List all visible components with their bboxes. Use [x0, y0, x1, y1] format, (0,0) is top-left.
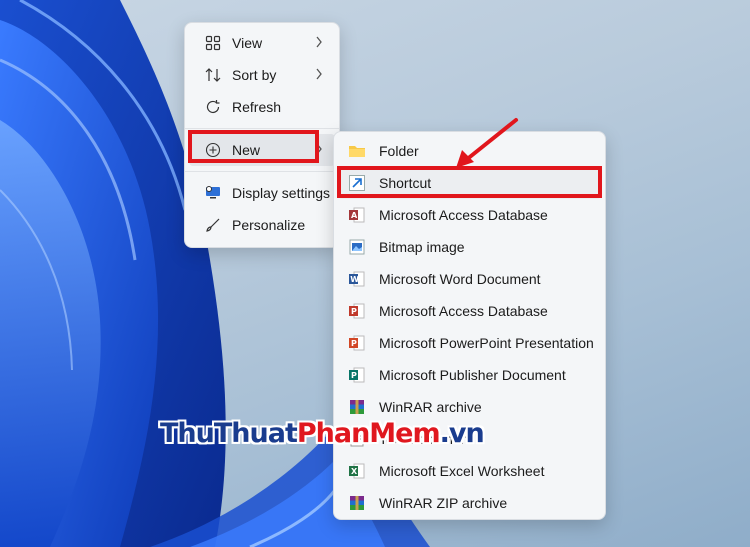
watermark-part-3: .vn — [439, 418, 485, 449]
access-icon: A — [348, 206, 366, 224]
highlight-box-new — [188, 130, 319, 163]
bitmap-icon — [348, 238, 366, 256]
svg-text:W: W — [350, 275, 359, 284]
submenu-item-label: Microsoft Access Database — [379, 303, 548, 319]
submenu-item-label: Microsoft PowerPoint Presentation — [379, 335, 594, 351]
grid-icon — [203, 33, 223, 53]
submenu-item-powerpoint[interactable]: P Microsoft PowerPoint Presentation — [338, 327, 601, 359]
menu-item-personalize[interactable]: Personalize — [189, 209, 335, 241]
sort-icon — [203, 65, 223, 85]
submenu-item-label: Microsoft Word Document — [379, 271, 541, 287]
menu-item-label: Personalize — [232, 217, 306, 233]
submenu-item-word-document[interactable]: W Microsoft Word Document — [338, 263, 601, 295]
powerpoint-icon: P — [348, 334, 366, 352]
publisher-icon: P — [348, 366, 366, 384]
menu-item-label: Sort by — [232, 67, 277, 83]
chevron-right-icon — [315, 68, 323, 83]
submenu-item-access-database-2[interactable]: P Microsoft Access Database — [338, 295, 601, 327]
winrar-icon — [348, 398, 366, 416]
access-icon: P — [348, 302, 366, 320]
svg-text:P: P — [351, 371, 357, 380]
submenu-item-winrar-zip-archive[interactable]: WinRAR ZIP archive — [338, 487, 601, 519]
menu-separator — [185, 128, 339, 129]
submenu-item-label: WinRAR archive — [379, 399, 482, 415]
watermark-part-2: PhanMem — [296, 418, 441, 449]
submenu-item-label: Microsoft Access Database — [379, 207, 548, 223]
submenu-item-label: Folder — [379, 143, 419, 159]
submenu-item-label: Microsoft Excel Worksheet — [379, 463, 545, 479]
menu-item-label: View — [232, 35, 263, 51]
submenu-item-publisher[interactable]: P Microsoft Publisher Document — [338, 359, 601, 391]
menu-item-sort-by[interactable]: Sort by — [189, 59, 335, 91]
submenu-item-excel-worksheet[interactable]: X Microsoft Excel Worksheet — [338, 455, 601, 487]
menu-item-label: Display settings — [232, 185, 331, 201]
chevron-right-icon — [315, 36, 323, 51]
submenu-item-label: WinRAR ZIP archive — [379, 495, 508, 511]
submenu-item-label: Bitmap image — [379, 239, 465, 255]
svg-text:P: P — [351, 307, 357, 316]
excel-icon: X — [348, 462, 366, 480]
menu-item-label: Refresh — [232, 99, 282, 115]
submenu-item-label: Microsoft Publisher Document — [379, 367, 566, 383]
menu-separator — [185, 171, 339, 172]
word-icon: W — [348, 270, 366, 288]
submenu-item-bitmap-image[interactable]: Bitmap image — [338, 231, 601, 263]
svg-text:P: P — [351, 339, 357, 348]
menu-item-refresh[interactable]: Refresh — [189, 91, 335, 123]
refresh-icon — [203, 97, 223, 117]
svg-text:A: A — [351, 211, 358, 220]
annotation-arrow — [456, 118, 518, 168]
submenu-item-access-database[interactable]: A Microsoft Access Database — [338, 199, 601, 231]
watermark-logo: ThuThuatPhanMem.vn — [160, 418, 485, 450]
menu-item-display-settings[interactable]: Display settings — [189, 177, 335, 209]
winrar-zip-icon — [348, 494, 366, 512]
display-icon — [203, 183, 223, 203]
folder-icon — [348, 142, 366, 160]
watermark-part-1: ThuThuat — [160, 418, 298, 449]
brush-icon — [203, 215, 223, 235]
menu-item-view[interactable]: View — [189, 27, 335, 59]
svg-text:X: X — [351, 467, 358, 476]
